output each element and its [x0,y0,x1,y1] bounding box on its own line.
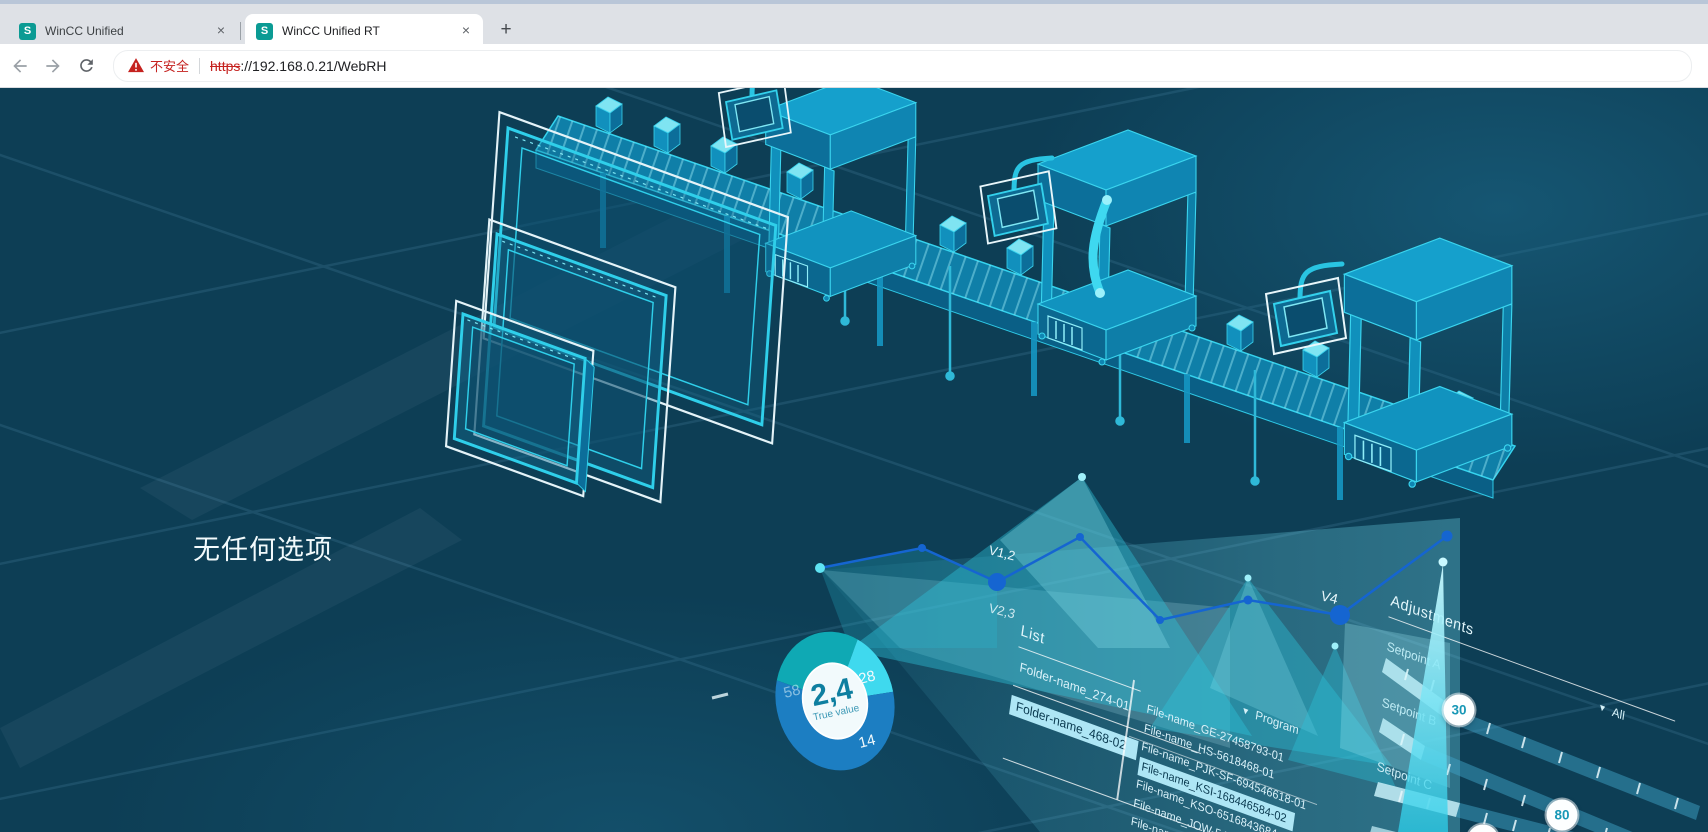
tab-bar: S WinCC Unified × S WinCC Unified RT × + [0,0,1708,44]
page-content: 2,4 True value 58 28 14 List Folder-name… [0,88,1708,832]
reload-icon [77,56,96,75]
forward-arrow-icon [43,56,63,76]
tab-wincc-unified-rt[interactable]: S WinCC Unified RT × [245,14,483,48]
reload-button[interactable] [73,53,99,79]
tab-separator [240,22,241,40]
siemens-favicon-icon: S [256,23,273,40]
tab-title: WinCC Unified RT [282,24,449,38]
siemens-favicon-icon: S [19,23,36,40]
url-scheme: https [210,58,240,74]
slider-knob: 30 [1444,695,1475,726]
address-bar[interactable]: 不安全 https://192.168.0.21/WebRH [113,50,1692,82]
omnibox-separator [199,58,200,74]
tab-close-icon[interactable]: × [212,22,230,40]
browser-toolbar: 不安全 https://192.168.0.21/WebRH [0,44,1708,88]
security-warning-label: 不安全 [150,56,189,75]
slider-knob: 80 [1547,800,1578,831]
browser-chrome: S WinCC Unified × S WinCC Unified RT × +… [0,0,1708,88]
page-message: 无任何选项 [193,528,333,567]
tab-title: WinCC Unified [45,24,204,38]
security-warning-icon [128,58,144,73]
back-arrow-icon [10,56,30,76]
back-button[interactable] [7,53,33,79]
forward-button[interactable] [40,53,66,79]
url-text: ://192.168.0.21/WebRH [240,58,386,74]
chevron-down-icon: ▼ [1597,701,1607,714]
tab-close-icon[interactable]: × [457,22,475,40]
tab-wincc-unified[interactable]: S WinCC Unified × [8,14,238,48]
new-tab-button[interactable]: + [492,16,520,44]
chevron-down-icon: ▼ [1241,704,1251,717]
